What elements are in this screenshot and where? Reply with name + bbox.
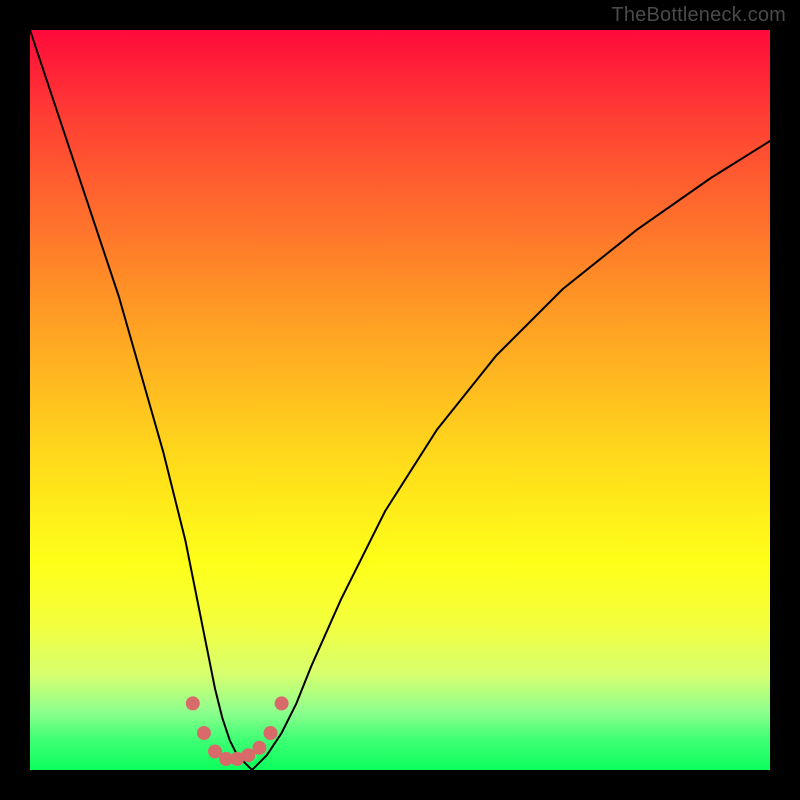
- trough-marker: [275, 696, 289, 710]
- watermark-text: TheBottleneck.com: [611, 4, 786, 27]
- curve-svg: [30, 30, 770, 770]
- trough-marker: [252, 741, 266, 755]
- bottleneck-curve: [30, 30, 770, 770]
- chart-frame: TheBottleneck.com: [0, 0, 800, 800]
- trough-marker: [197, 726, 211, 740]
- plot-area: [30, 30, 770, 770]
- trough-marker: [186, 696, 200, 710]
- trough-marker: [264, 726, 278, 740]
- trough-markers: [186, 696, 289, 766]
